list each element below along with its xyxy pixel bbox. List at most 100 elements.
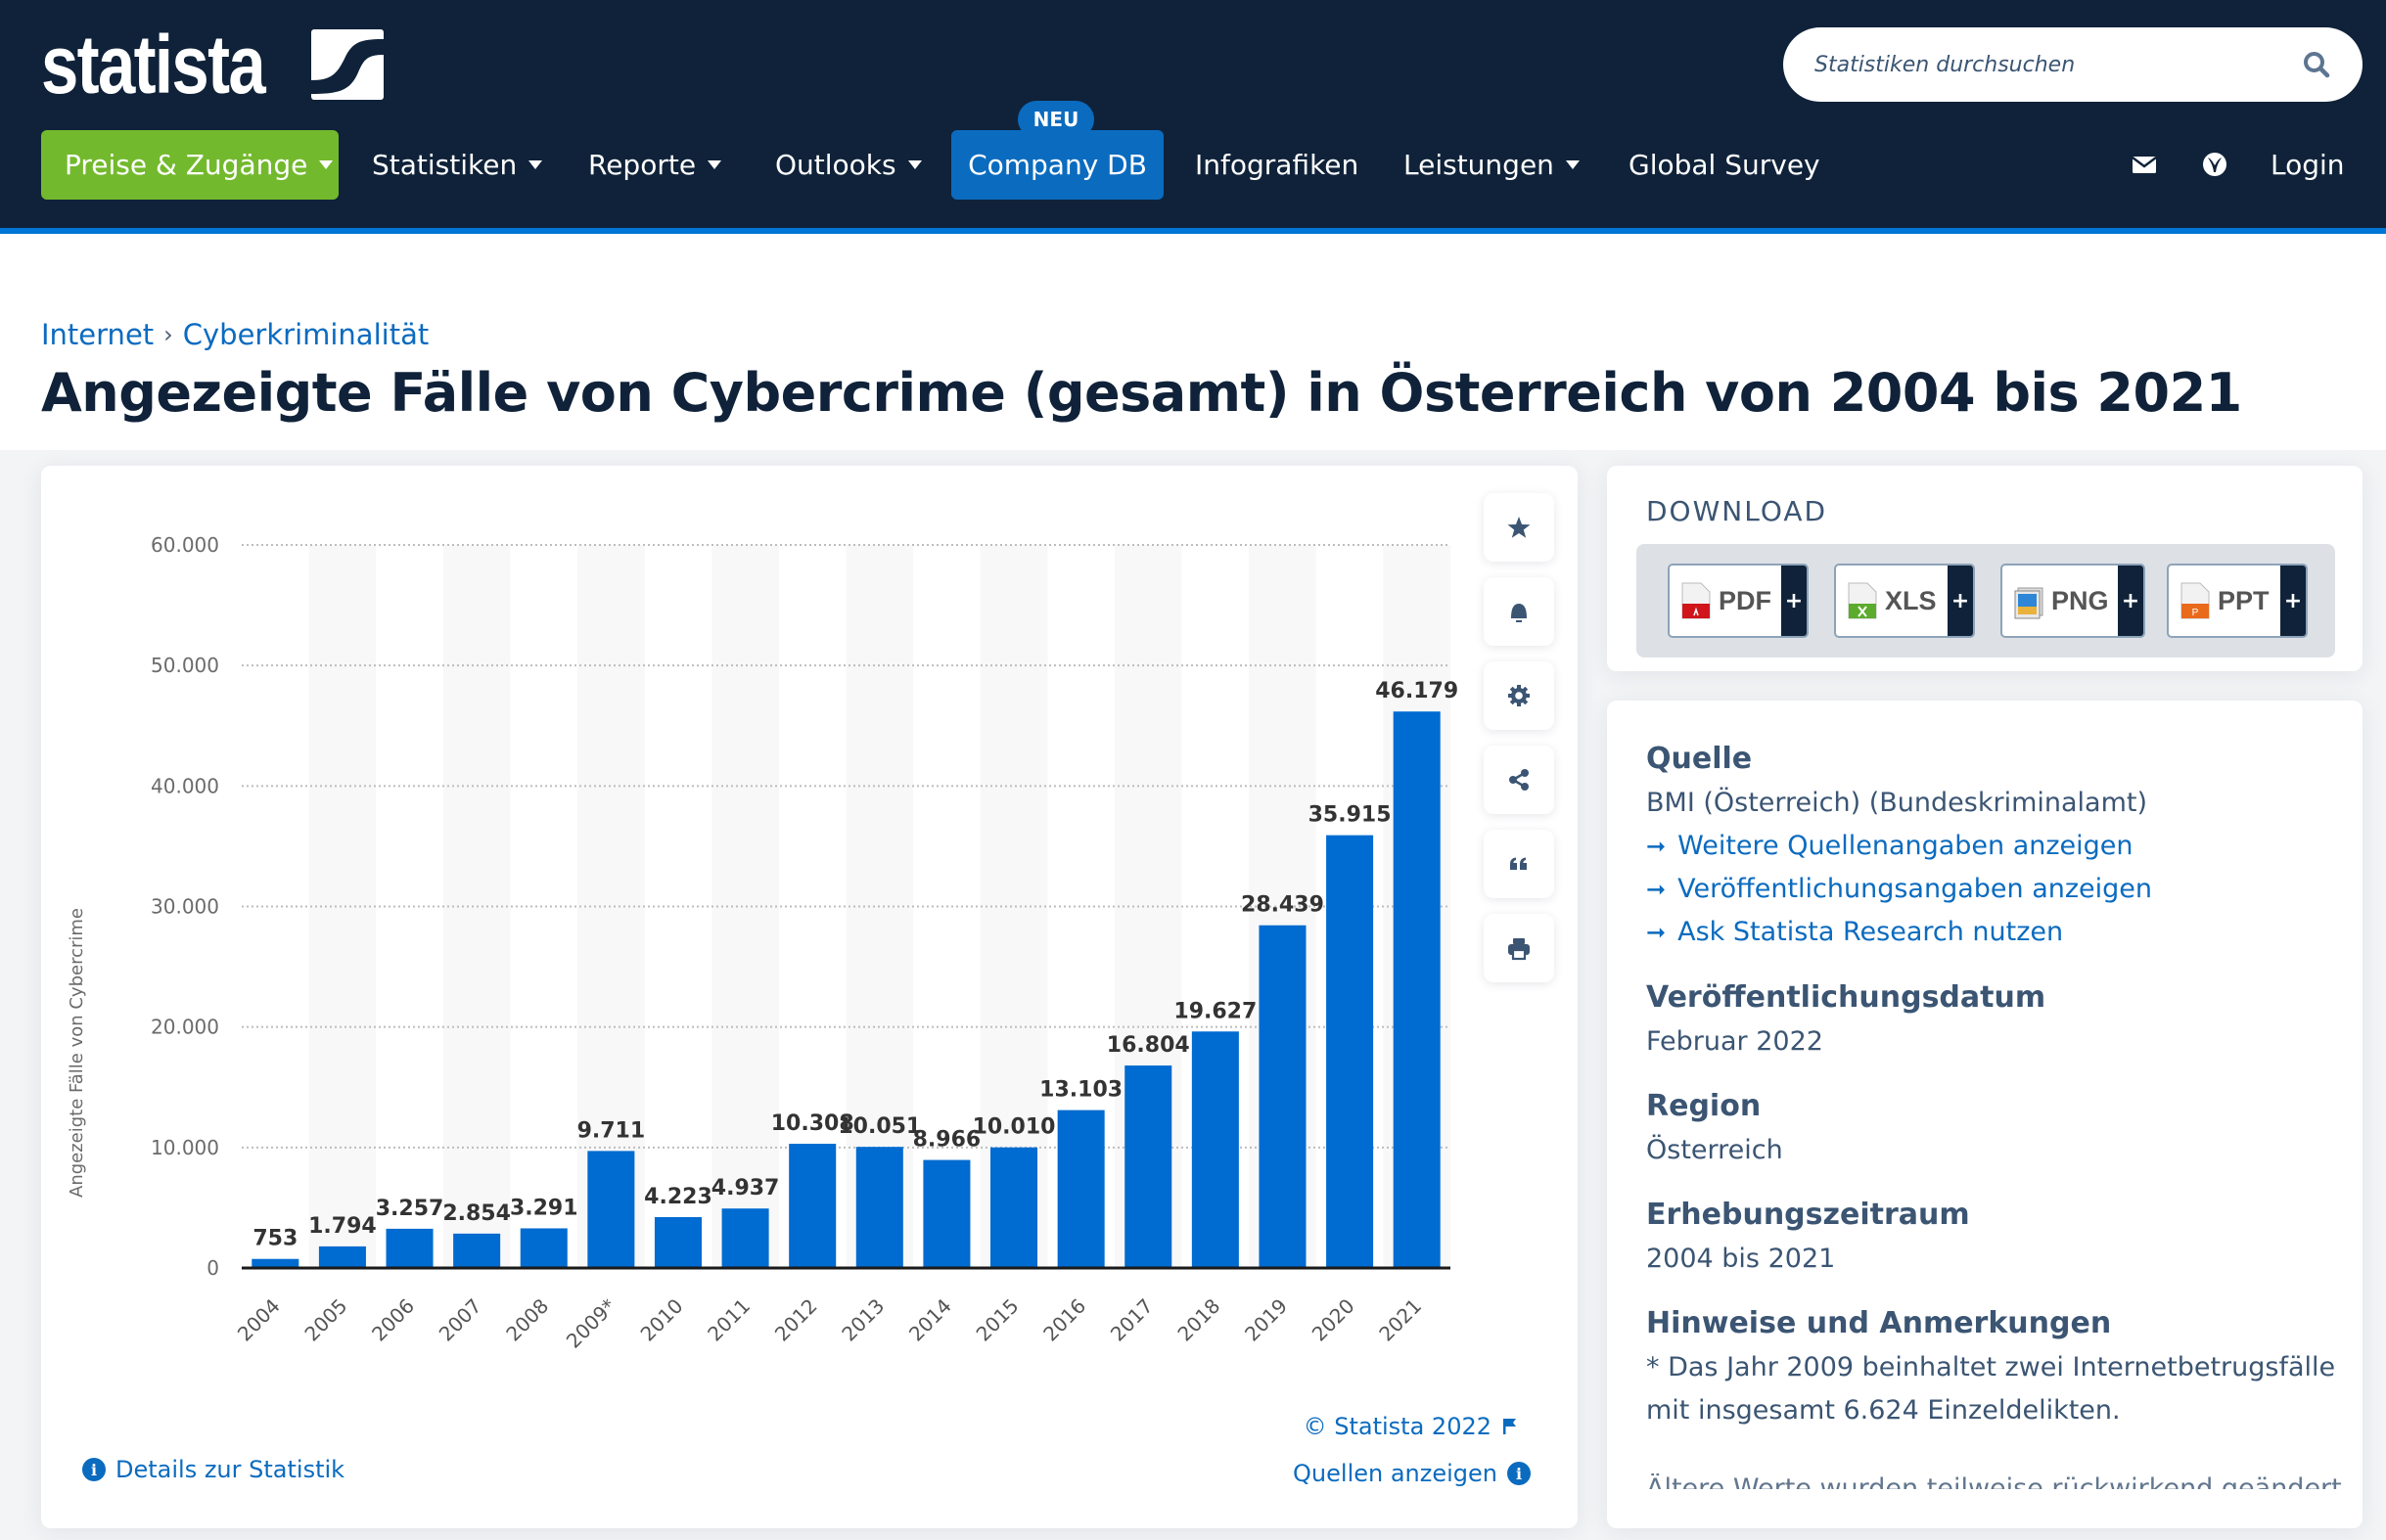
download-title: DOWNLOAD <box>1646 495 1828 527</box>
x-tick-label: 2004 <box>233 1294 285 1346</box>
x-tick-label: 2020 <box>1308 1294 1359 1346</box>
caret-down-icon <box>1565 160 1580 169</box>
nav-label: Reporte <box>588 149 697 181</box>
source-heading: Quelle <box>1646 742 1753 776</box>
period-heading: Erhebungszeitraum <box>1646 1198 1970 1232</box>
logo-mark-icon <box>311 29 384 100</box>
download-xls-button[interactable]: XLS + <box>1834 564 1975 638</box>
download-pdf-button[interactable]: PDF + <box>1668 564 1809 638</box>
link-label: Weitere Quellenangaben anzeigen <box>1677 831 2134 861</box>
y-tick-label: 20.000 <box>151 1016 219 1039</box>
sources-label: Quellen anzeigen <box>1293 1460 1497 1487</box>
value-label: 1.794 <box>308 1214 377 1239</box>
site-header: statista Preise & Zugänge Statistiken Re… <box>0 0 2386 228</box>
plus-icon: + <box>2280 566 2306 636</box>
caret-down-icon <box>528 160 543 169</box>
settings-button[interactable] <box>1484 661 1554 730</box>
download-label: PPT <box>2218 585 2270 615</box>
value-label: 3.257 <box>376 1197 444 1221</box>
y-tick-label: 0 <box>206 1256 219 1280</box>
value-label: 8.966 <box>913 1128 982 1153</box>
star-icon <box>1507 517 1531 538</box>
globe-icon[interactable] <box>2200 150 2229 179</box>
statistic-info-card: Quelle BMI (Österreich) (Bundeskriminala… <box>1607 701 2363 1528</box>
bar <box>789 1144 837 1268</box>
search-input[interactable] <box>1814 52 2302 77</box>
pubdate-section: Veröffentlichungsdatum Februar 2022 <box>1646 980 2045 1064</box>
notes-section: Hinweise und Anmerkungen * Das Jahr 2009… <box>1646 1306 2335 1432</box>
x-tick-labels: 2004 2005 2006 2007 2008 2009* 2010 2011 2012 201… <box>233 1294 1426 1353</box>
nav-infografiken[interactable]: Infografiken <box>1195 130 1358 200</box>
mail-icon[interactable] <box>2130 150 2159 179</box>
nav-outlooks[interactable]: Outlooks <box>775 130 922 200</box>
download-ppt-button[interactable]: P PPT + <box>2167 564 2308 638</box>
publication-info-link[interactable]: ➞ Veröffentlichungsangaben anzeigen <box>1646 868 2152 911</box>
share-icon <box>1509 769 1529 791</box>
value-label: 28.439 <box>1241 893 1324 918</box>
ask-statista-research-link[interactable]: ➞ Ask Statista Research nutzen <box>1646 911 2152 954</box>
nav-statistiken[interactable]: Statistiken <box>372 130 543 200</box>
nav-reporte[interactable]: Reporte <box>588 130 722 200</box>
bar <box>1326 835 1374 1268</box>
statista-logo[interactable]: statista <box>41 23 384 106</box>
pubdate-value: Februar 2022 <box>1646 1026 1823 1057</box>
arrow-right-icon: ➞ <box>1646 876 1667 903</box>
notes-heading: Hinweise und Anmerkungen <box>1646 1306 2112 1340</box>
info-icon: i <box>1507 1462 1531 1485</box>
value-label: 4.223 <box>644 1185 712 1209</box>
details-link[interactable]: i Details zur Statistik <box>82 1456 344 1483</box>
value-label: 9.711 <box>577 1118 646 1143</box>
x-tick-label: 2021 <box>1374 1294 1426 1346</box>
x-tick-label: 2010 <box>636 1294 688 1346</box>
notes-more-text: Ältere Werte wurden teilweise rückwirken… <box>1646 1473 2342 1489</box>
nav-label: Statistiken <box>372 149 518 181</box>
breadcrumb-internet[interactable]: Internet <box>41 318 154 351</box>
main-nav: Preise & Zugänge Statistiken Reporte Out… <box>0 130 2386 200</box>
source-value: BMI (Österreich) (Bundeskriminalamt) <box>1646 788 2147 818</box>
value-label: 4.937 <box>711 1176 780 1200</box>
region-value: Österreich <box>1646 1135 1783 1165</box>
notes-truncated-line: Ältere Werte wurden teilweise rückwirken… <box>1646 1473 2342 1489</box>
download-label: XLS <box>1885 585 1937 615</box>
breadcrumb-cyberkriminalitaet[interactable]: Cyberkriminalität <box>183 318 429 351</box>
nav-leistungen[interactable]: Leistungen <box>1403 130 1580 200</box>
y-tick-label: 10.000 <box>151 1136 219 1159</box>
x-tick-label: 2015 <box>972 1294 1024 1346</box>
bar <box>1393 711 1441 1268</box>
download-label: PDF <box>1719 585 1771 615</box>
show-sources-link[interactable]: Quellen anzeigen i <box>1293 1460 1531 1487</box>
search-box[interactable] <box>1783 27 2363 102</box>
notification-button[interactable] <box>1484 577 1554 646</box>
x-tick-label: 2018 <box>1172 1294 1224 1346</box>
bar <box>1057 1110 1105 1268</box>
png-file-icon <box>2014 587 2043 619</box>
search-icon[interactable] <box>2302 50 2331 79</box>
more-source-info-link[interactable]: ➞ Weitere Quellenangaben anzeigen <box>1646 825 2152 868</box>
bar <box>587 1151 635 1268</box>
x-tick-label: 2008 <box>501 1294 553 1346</box>
bar <box>453 1233 501 1268</box>
nav-global-survey[interactable]: Global Survey <box>1629 130 1820 200</box>
value-label: 2.854 <box>442 1201 511 1226</box>
x-tick-label: 2006 <box>367 1294 419 1346</box>
download-card: DOWNLOAD PDF + XLS + PNG + P PPT + <box>1607 466 2363 671</box>
link-label: Ask Statista Research nutzen <box>1677 917 2064 947</box>
new-badge: NEU <box>1018 101 1094 138</box>
print-button[interactable] <box>1484 914 1554 982</box>
value-label: 3.291 <box>510 1196 578 1220</box>
x-tick-label: 2016 <box>1038 1294 1090 1346</box>
cite-button[interactable] <box>1484 830 1554 898</box>
statista-copyright-link[interactable]: © Statista 2022 <box>1304 1413 1519 1440</box>
copyright-text: © Statista 2022 <box>1303 1413 1491 1440</box>
nav-company-db-button[interactable]: Company DB <box>951 130 1164 200</box>
favorite-button[interactable] <box>1484 493 1554 562</box>
arrow-right-icon: ➞ <box>1646 919 1667 946</box>
download-png-button[interactable]: PNG + <box>2000 564 2145 638</box>
login-link[interactable]: Login <box>2271 130 2345 200</box>
share-button[interactable] <box>1484 746 1554 814</box>
xls-file-icon <box>1848 582 1877 619</box>
nav-pricing-button[interactable]: Preise & Zugänge <box>41 130 339 200</box>
x-tick-label: 2005 <box>299 1294 351 1346</box>
bar <box>654 1216 702 1268</box>
caret-down-icon <box>319 160 334 169</box>
